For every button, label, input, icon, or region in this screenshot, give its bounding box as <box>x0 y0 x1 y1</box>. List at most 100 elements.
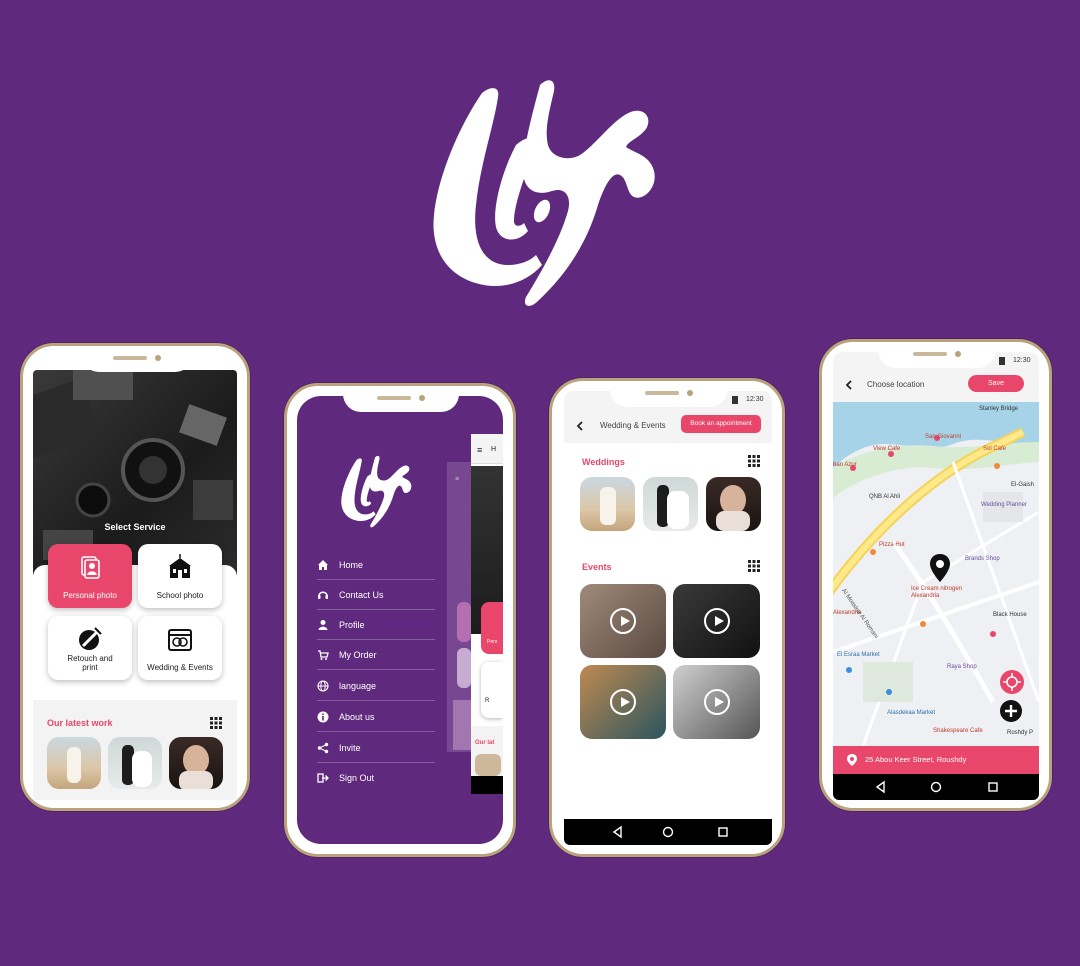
book-appointment-button[interactable]: Book an appointment <box>681 415 761 433</box>
save-button[interactable]: Save <box>968 375 1024 392</box>
event-video[interactable] <box>580 584 666 658</box>
headset-icon <box>318 591 328 599</box>
map-label: ban Azur <box>833 462 857 468</box>
map-label: Brands Shop <box>965 556 1000 562</box>
wedding-events-screen: 12:30 Wedding & Events Book an appointme… <box>564 391 772 845</box>
android-nav-bar <box>833 774 1039 800</box>
info-icon <box>317 711 329 722</box>
android-nav-bar <box>564 819 772 845</box>
map-label: Black House <box>993 612 1027 618</box>
menu-icon[interactable]: ≡ <box>477 445 482 455</box>
phone-notch <box>81 346 193 372</box>
menu-item-my-order[interactable]: My Order <box>317 640 435 670</box>
map-label: View Cafe <box>873 446 901 452</box>
page-title: Choose location <box>867 380 925 389</box>
nav-home-icon[interactable] <box>930 781 942 793</box>
gazal-arabic-logo-icon <box>433 80 655 306</box>
menu-item-label: Invite <box>339 742 361 753</box>
phone-notch <box>878 342 996 368</box>
nav-back-icon[interactable] <box>875 780 885 794</box>
event-video[interactable] <box>673 665 760 739</box>
menu-item-sign-out[interactable]: Sign Out <box>317 763 435 793</box>
location-screen: 12:30 Choose location Save Stanley Bridg… <box>833 352 1039 800</box>
play-icon[interactable] <box>610 689 636 715</box>
my-location-button[interactable] <box>1000 670 1024 694</box>
menu-item-about[interactable]: About us <box>317 702 435 732</box>
peek-pers: Pers <box>487 639 498 645</box>
phone-notch <box>610 381 728 407</box>
menu-screen: ≡ ≡ H Pers R Our lat Home Contact Us Pro… <box>297 396 503 844</box>
menu-item-label: My Order <box>339 649 377 660</box>
underlying-home-front: ≡ H Pers R Our lat <box>471 434 503 794</box>
menu-item-home[interactable]: Home <box>317 550 435 580</box>
globe-icon <box>317 679 329 692</box>
battery-icon <box>732 396 738 404</box>
map-label: Sol Cafe <box>983 446 1007 452</box>
menu-item-label: language <box>339 680 377 691</box>
nav-recents-icon[interactable] <box>988 782 998 792</box>
map-label: Wedding Planner <box>981 502 1027 508</box>
wedding-photo[interactable] <box>643 477 698 531</box>
menu-item-language[interactable]: language <box>317 671 435 701</box>
nav-recents-icon[interactable] <box>718 827 728 837</box>
back-arrow-icon[interactable] <box>576 421 584 431</box>
menu-item-label: Contact Us <box>339 589 384 600</box>
grid-icon[interactable] <box>748 455 760 467</box>
page-title: Wedding & Events <box>600 421 666 430</box>
map-label: Pizza Hut <box>879 542 905 548</box>
latest-work-title: Our latest work <box>47 718 113 728</box>
latest-work-photo[interactable] <box>108 737 162 789</box>
phone-notch <box>343 386 459 412</box>
service-personal-photo[interactable]: Personal photo <box>48 544 132 608</box>
nav-back-icon[interactable] <box>612 825 622 839</box>
school-icon <box>169 554 191 578</box>
menu-item-profile[interactable]: Profile <box>317 610 435 640</box>
map-label: El-Gaish <box>1011 482 1035 488</box>
phone-wedding-events: 12:30 Wedding & Events Book an appointme… <box>549 378 785 857</box>
map-label: QNB Al Ahli <box>869 494 901 500</box>
portrait-icon <box>81 556 100 579</box>
top-bar: Wedding & Events Book an appointment <box>564 409 772 443</box>
map-label: Ice Cream nitrogen Alexandria <box>911 586 963 599</box>
menu-item-label: About us <box>339 711 375 722</box>
play-icon[interactable] <box>610 608 636 634</box>
map-view[interactable]: Stanley Bridge View Cafe Sol Cafe San Gi… <box>833 402 1039 746</box>
retouch-icon <box>79 627 102 650</box>
zoom-in-button[interactable] <box>1000 700 1022 722</box>
service-retouch-print[interactable]: Retouch and print <box>48 616 132 680</box>
nav-home-icon[interactable] <box>662 826 674 838</box>
map-label: Roshdy P <box>1007 730 1034 736</box>
weddings-title: Weddings <box>582 457 625 467</box>
menu-item-invite[interactable]: Invite <box>317 733 435 763</box>
user-icon <box>318 619 328 630</box>
wedding-photo[interactable] <box>706 477 761 531</box>
latest-work-photo[interactable] <box>169 737 223 789</box>
battery-icon <box>999 357 1005 365</box>
location-marker-icon <box>847 754 857 766</box>
address-bar[interactable]: 25 Abou Keer Street, Roushdy <box>833 746 1039 774</box>
wedding-photo[interactable] <box>580 477 635 531</box>
location-pin-icon[interactable] <box>930 554 950 582</box>
home-icon <box>318 559 328 570</box>
service-wedding-events[interactable]: Wedding & Events <box>138 616 222 680</box>
event-video[interactable] <box>673 584 760 658</box>
gazal-arabic-logo-icon <box>341 455 412 528</box>
play-icon[interactable] <box>703 689 730 715</box>
menu-item-contact[interactable]: Contact Us <box>317 580 435 610</box>
service-school-photo[interactable]: School photo <box>138 544 222 608</box>
menu-item-label: Profile <box>339 619 365 630</box>
grid-icon[interactable] <box>748 560 760 572</box>
peek-our-latest: Our lat <box>475 740 495 746</box>
cart-icon <box>318 649 329 660</box>
back-arrow-icon[interactable] <box>845 380 853 390</box>
menu-item-label: Home <box>339 559 364 570</box>
phone-home: Select Service Personal photo School pho… <box>20 343 250 811</box>
share-icon <box>317 742 329 753</box>
play-icon[interactable] <box>703 608 730 634</box>
latest-work-photo[interactable] <box>47 737 101 789</box>
peek-title: H <box>491 446 497 453</box>
event-video[interactable] <box>580 665 666 739</box>
peek-r: R <box>485 698 490 704</box>
events-title: Events <box>582 562 612 572</box>
grid-icon[interactable] <box>210 717 222 729</box>
